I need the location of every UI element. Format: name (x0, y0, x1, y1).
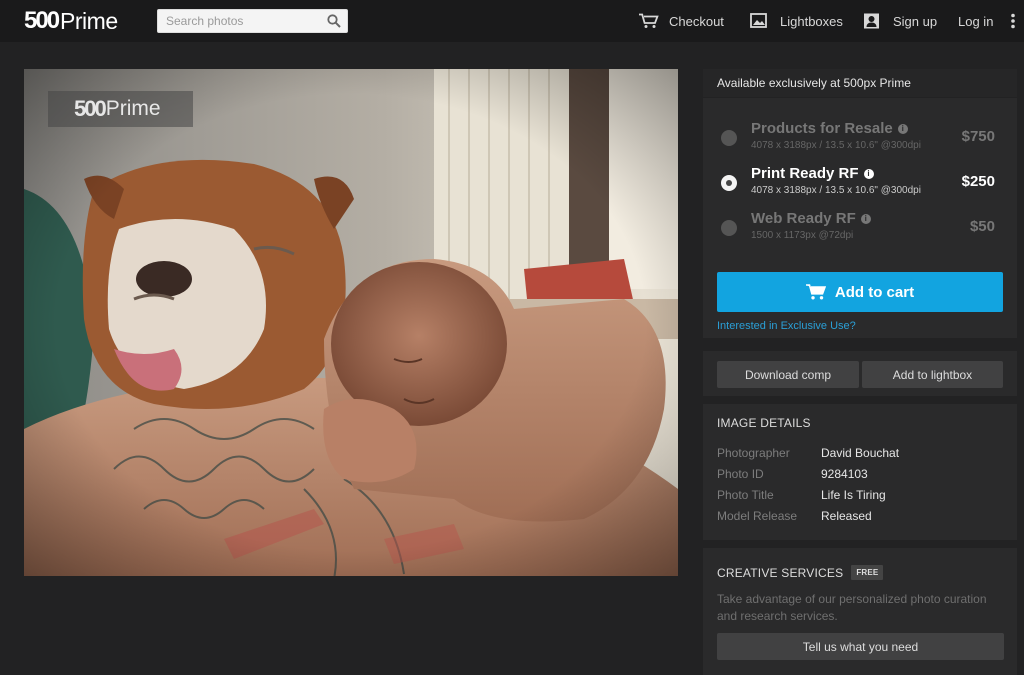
logo-500prime[interactable]: 500 Prime (24, 7, 118, 35)
license-price-web: $50 (969, 218, 995, 235)
nav-signup[interactable]: Sign up (863, 0, 937, 42)
creative-services-panel: CREATIVE SERVICES FREE Take advantage of… (703, 548, 1017, 675)
license-name-web-text: Web Ready RF (751, 210, 856, 227)
photo-image (24, 69, 678, 576)
radio-web[interactable] (721, 220, 737, 236)
watermark-number: 500 (74, 96, 107, 121)
license-options-panel: Products for Resale i 4078 x 3188px / 13.… (703, 98, 1017, 338)
detail-key: Photo Title (717, 488, 774, 502)
lightbox-icon (750, 13, 767, 28)
nav-lightboxes[interactable]: Lightboxes (750, 0, 843, 42)
add-to-cart-label: Add to cart (834, 283, 915, 301)
detail-value-photographer[interactable]: David Bouchat (821, 446, 899, 467)
main-photo[interactable]: 500 Prime (24, 69, 678, 576)
detail-row-photo-id: Photo ID 9284103 (717, 467, 1017, 488)
license-price-print: $250 (961, 173, 995, 190)
free-badge: FREE (851, 565, 884, 580)
license-dims-print: 4078 x 3188px / 13.5 x 10.6" @300dpi (751, 185, 921, 196)
image-details-heading: IMAGE DETAILS (717, 416, 811, 430)
nav-checkout-label: Checkout (669, 13, 724, 29)
user-icon (864, 13, 879, 29)
cart-icon (639, 13, 659, 28)
radio-print[interactable] (721, 175, 737, 191)
cart-icon (805, 284, 826, 300)
image-details-panel: IMAGE DETAILS Photographer David Bouchat… (703, 404, 1017, 540)
license-dims-resale: 4078 x 3188px / 13.5 x 10.6" @300dpi (751, 140, 921, 151)
more-vertical-icon (1011, 13, 1015, 29)
detail-value-photo-title: Life Is Tiring (821, 488, 886, 502)
license-name-web: Web Ready RF i (751, 210, 871, 227)
detail-value-photo-id: 9284103 (821, 467, 868, 481)
license-dims-web: 1500 x 1173px @72dpi (751, 230, 854, 241)
availability-banner: Available exclusively at 500px Prime (703, 69, 1017, 97)
info-icon[interactable]: i (863, 168, 874, 179)
detail-key: Photo ID (717, 467, 764, 481)
license-price-resale: $750 (961, 128, 995, 145)
more-menu-button[interactable] (1011, 0, 1019, 42)
detail-key: Photographer (717, 446, 790, 460)
creative-services-description: Take advantage of our personalized photo… (717, 592, 987, 623)
tell-us-button[interactable]: Tell us what you need (717, 633, 1004, 660)
license-option-resale[interactable]: Products for Resale i 4078 x 3188px / 13.… (703, 118, 1017, 158)
license-name-print: Print Ready RF i (751, 165, 874, 182)
detail-row-model-release: Model Release Released (717, 509, 1017, 530)
search-input[interactable] (158, 10, 318, 32)
creative-services-title: CREATIVE SERVICES (717, 565, 844, 580)
logo-word: Prime (60, 7, 118, 34)
watermark-word: Prime (105, 97, 161, 120)
add-to-cart-button[interactable]: Add to cart (717, 272, 1003, 312)
detail-key: Model Release (717, 509, 798, 523)
search-box (157, 9, 348, 33)
license-name-resale-text: Products for Resale (751, 120, 893, 137)
photo-watermark: 500 Prime (48, 91, 193, 127)
detail-row-photographer: Photographer David Bouchat (717, 446, 1017, 467)
license-name-print-text: Print Ready RF (751, 165, 859, 182)
exclusive-use-link[interactable]: Interested in Exclusive Use? (717, 320, 856, 332)
nav-login[interactable]: Log in (958, 0, 993, 42)
detail-value-model-release: Released (821, 509, 872, 523)
nav-signup-label: Sign up (893, 13, 938, 29)
search-icon[interactable] (327, 14, 341, 28)
download-comp-button[interactable]: Download comp (717, 361, 859, 388)
nav-checkout[interactable]: Checkout (639, 0, 724, 42)
top-navigation-bar: 500Prime Checkout Lightboxes Sign up Log (0, 0, 1024, 42)
license-option-web[interactable]: Web Ready RF i 1500 x 1173px @72dpi $50 (703, 208, 1017, 248)
info-icon[interactable]: i (860, 213, 871, 224)
license-option-print[interactable]: Print Ready RF i 4078 x 3188px / 13.5 x 1… (703, 163, 1017, 203)
logo-number: 500 (24, 7, 60, 34)
photo-actions: Download comp Add to lightbox (703, 351, 1017, 396)
availability-text: Available exclusively at 500px Prime (717, 76, 911, 90)
nav-login-label: Log in (958, 13, 994, 29)
add-to-lightbox-button[interactable]: Add to lightbox (862, 361, 1003, 388)
detail-row-photo-title: Photo Title Life Is Tiring (717, 488, 1017, 509)
license-name-resale: Products for Resale i (751, 120, 908, 137)
info-icon[interactable]: i (897, 123, 908, 134)
nav-lightboxes-label: Lightboxes (780, 13, 843, 29)
radio-resale[interactable] (721, 130, 737, 146)
creative-services-heading: CREATIVE SERVICES FREE (717, 565, 1017, 580)
